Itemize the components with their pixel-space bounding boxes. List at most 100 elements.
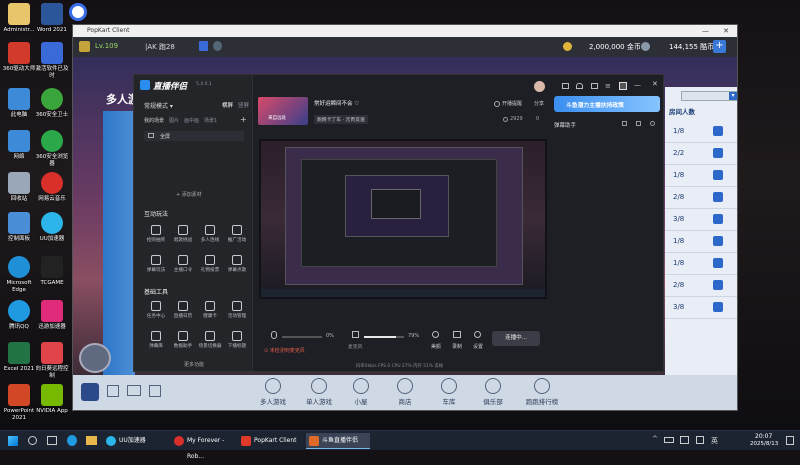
- clock-date[interactable]: 2025/8/13: [750, 441, 778, 447]
- speaker-icon[interactable]: [352, 331, 359, 338]
- clock-time[interactable]: 20:07: [755, 433, 772, 440]
- scene-tab[interactable]: 画中画: [184, 117, 199, 124]
- taskbar-item-streaming[interactable]: 斗鱼直播伴侣: [306, 433, 370, 449]
- nav-house[interactable]: 小屋: [341, 378, 381, 406]
- tab-portrait[interactable]: 竖屏: [238, 101, 249, 109]
- basic-tool[interactable]: 任务中心: [144, 301, 168, 319]
- desktop-icon[interactable]: Microsoft Edge: [1, 256, 37, 294]
- message-icon[interactable]: [562, 83, 569, 89]
- interactive-tool[interactable]: 礼物投票: [198, 255, 222, 273]
- export-icon[interactable]: [591, 83, 598, 89]
- close-icon[interactable]: ✕: [652, 80, 658, 88]
- join-room-icon[interactable]: [713, 214, 723, 224]
- room-row[interactable]: 2/2: [665, 143, 737, 165]
- settings-button[interactable]: 设置: [473, 343, 483, 350]
- desktop-icon[interactable]: 腾讯QQ: [1, 300, 37, 331]
- microphone-slider[interactable]: [282, 336, 322, 338]
- basic-tool[interactable]: 弹幕库: [144, 331, 168, 349]
- home-icon[interactable]: [107, 385, 119, 397]
- desktop-icon[interactable]: NVIDIA App: [34, 384, 70, 415]
- player-avatar[interactable]: [79, 343, 111, 373]
- join-room-icon[interactable]: [713, 258, 723, 268]
- join-room-icon[interactable]: [713, 280, 723, 290]
- mode-selector[interactable]: 常规模式 ▾: [144, 101, 173, 110]
- interactive-tool[interactable]: 多人连线: [198, 225, 222, 243]
- search-icon[interactable]: [28, 436, 37, 445]
- room-row[interactable]: 2/8: [665, 187, 737, 209]
- interactive-tool[interactable]: 弹幕玩法: [144, 255, 168, 273]
- interactive-tool[interactable]: 主播口令: [171, 255, 195, 273]
- desktop-icon[interactable]: PowerPoint 2021: [1, 384, 37, 422]
- interactive-tool[interactable]: 唱歌挑战: [171, 225, 195, 243]
- room-row[interactable]: 1/8: [665, 121, 737, 143]
- stream-title[interactable]: 常好运瞬间不会 ♡: [314, 99, 359, 107]
- open-reminder[interactable]: 开播提醒: [502, 100, 522, 107]
- scene-tab[interactable]: 图片: [169, 117, 179, 124]
- start-stream-button[interactable]: 连播中...: [492, 331, 540, 346]
- minimize-icon[interactable]: —: [634, 81, 641, 89]
- panel-icon-3[interactable]: [650, 121, 655, 126]
- category-tag[interactable]: 跑跑卡丁车 · 元宵竞速: [314, 115, 368, 124]
- desktop-icon[interactable]: Administr...: [1, 3, 37, 34]
- desktop-icon[interactable]: 向日葵远程控制: [34, 342, 70, 380]
- desktop-icon[interactable]: UU加速器: [34, 212, 70, 243]
- join-room-icon[interactable]: [713, 192, 723, 202]
- desktop-icon[interactable]: 360安全浏览器: [34, 130, 70, 168]
- panel-icon-1[interactable]: [622, 121, 627, 126]
- nav-garage[interactable]: 车库: [429, 378, 469, 406]
- alarm-icon[interactable]: [494, 101, 500, 107]
- join-room-icon[interactable]: [713, 148, 723, 158]
- source-item[interactable]: 全屏: [144, 131, 244, 141]
- desktop-icon[interactable]: 此电脑: [1, 88, 37, 119]
- basic-tool[interactable]: 数据助手: [171, 331, 195, 349]
- desktop-icon[interactable]: Excel 2021: [1, 342, 37, 373]
- info-icon[interactable]: [199, 41, 208, 51]
- headset-icon[interactable]: [576, 83, 583, 89]
- beauty-button[interactable]: 美颜: [431, 343, 441, 350]
- notification-icon[interactable]: [786, 436, 794, 445]
- interactive-tool[interactable]: 抢购抽奖: [144, 225, 168, 243]
- network-tray-icon[interactable]: [680, 436, 689, 444]
- basic-tool[interactable]: 活动管理: [225, 301, 249, 319]
- menu-icon[interactable]: ≡: [605, 82, 611, 90]
- basic-tool[interactable]: 场景切换器: [198, 331, 222, 349]
- interactive-tool[interactable]: 弹幕点歌: [225, 255, 249, 273]
- taskbar-item-uu[interactable]: UU加速器: [103, 433, 168, 449]
- input-language[interactable]: 英: [711, 436, 718, 446]
- task-view-icon[interactable]: [47, 436, 57, 445]
- desktop-icon[interactable]: 网易云音乐: [34, 172, 70, 203]
- record-button[interactable]: 录制: [452, 343, 462, 350]
- room-row[interactable]: 3/8: [665, 209, 737, 231]
- more-features-link[interactable]: 更多功能: [184, 361, 204, 368]
- shop-icon[interactable]: [149, 385, 161, 397]
- taskbar-item-music[interactable]: My Forever - Rob...: [171, 433, 235, 460]
- desktop-icon[interactable]: 360安全卫士: [34, 88, 70, 119]
- basic-tool[interactable]: 下播标题: [225, 331, 249, 349]
- desktop-icon[interactable]: 控制面板: [1, 212, 37, 243]
- basic-tool[interactable]: 健康卡: [198, 301, 222, 319]
- room-row[interactable]: 2/8: [665, 275, 737, 297]
- share-button[interactable]: 分享: [534, 100, 544, 107]
- promo-banner[interactable]: 斗鱼潜力主播扶持政策: [554, 96, 660, 112]
- desktop-icon[interactable]: 360驱动大师: [1, 42, 37, 73]
- close-button[interactable]: ✕: [723, 25, 729, 37]
- floating-assistant-icon[interactable]: [69, 3, 87, 21]
- speaker-slider[interactable]: [364, 336, 404, 338]
- room-row[interactable]: 1/8: [665, 253, 737, 275]
- qq-taskbar-icon[interactable]: [67, 435, 77, 446]
- join-room-icon[interactable]: [713, 170, 723, 180]
- tab-landscape[interactable]: 横屏: [222, 101, 233, 109]
- microphone-icon[interactable]: [271, 331, 277, 339]
- room-mode-select[interactable]: ▾: [681, 91, 737, 101]
- room-row[interactable]: 1/8: [665, 165, 737, 187]
- file-explorer-icon[interactable]: [86, 436, 97, 445]
- stream-cover[interactable]: 来自远处: [258, 97, 308, 125]
- nav-multiplayer[interactable]: 多人游戏: [253, 378, 293, 406]
- tray-chevron-icon[interactable]: ^: [652, 435, 658, 443]
- room-row[interactable]: 3/8: [665, 297, 737, 319]
- desktop-icon[interactable]: 回收站: [1, 172, 37, 203]
- add-material-button[interactable]: + 添加素材: [176, 191, 202, 198]
- room-row[interactable]: 1/8: [665, 231, 737, 253]
- add-currency-button[interactable]: +: [713, 40, 726, 53]
- nav-club[interactable]: 俱乐部: [473, 378, 513, 406]
